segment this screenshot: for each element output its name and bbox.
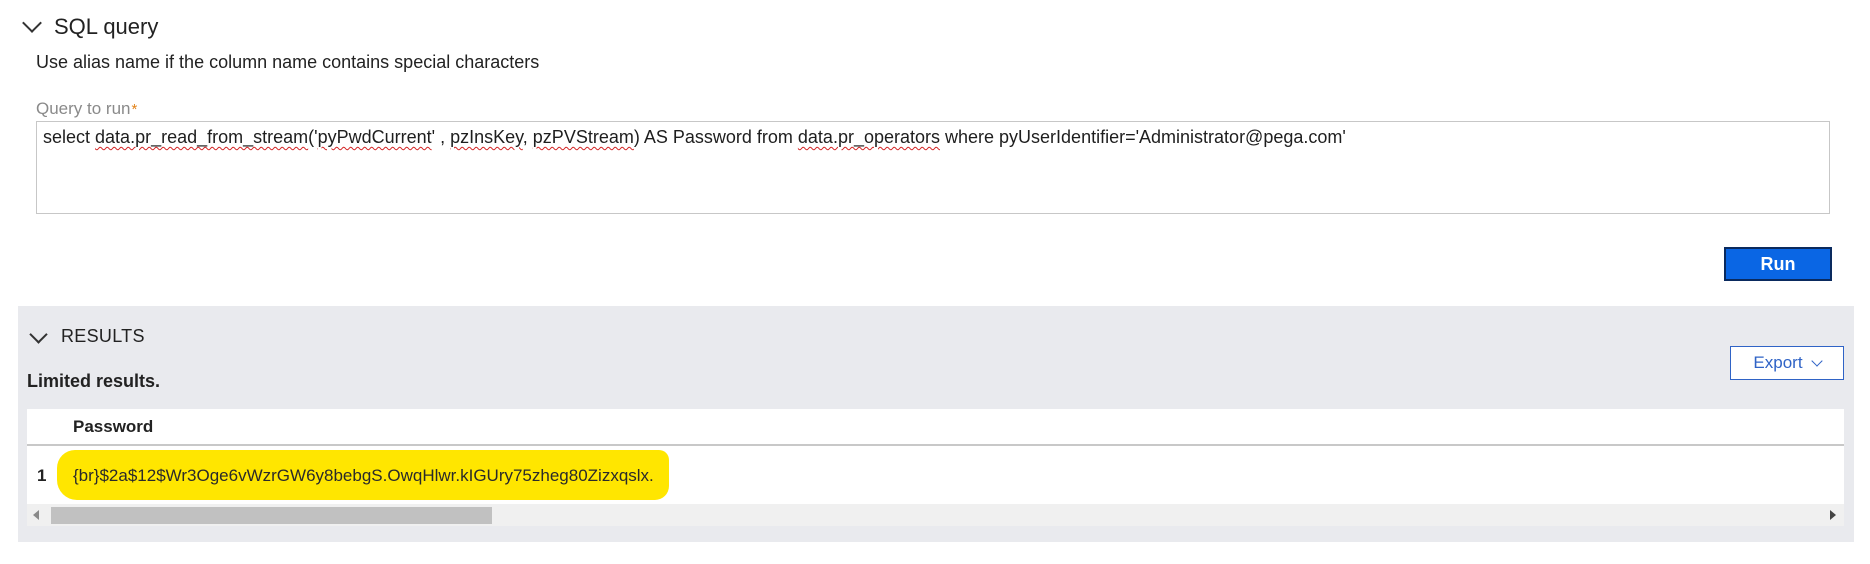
horizontal-scrollbar[interactable]	[27, 504, 1844, 526]
chevron-down-icon	[1810, 355, 1823, 367]
query-text-part: pzPVStream	[532, 127, 634, 147]
scrollbar-thumb[interactable]	[51, 507, 492, 524]
query-text-part: ('	[308, 127, 318, 147]
password-cell: {br}$2a$12$Wr3Oge6vWzrGW6y8bebgS.OwqHlwr…	[73, 466, 654, 485]
table-header-row: Password	[27, 409, 1844, 446]
required-marker: *	[131, 101, 138, 118]
sql-section-title: SQL query	[54, 14, 159, 39]
sql-section-collapse-chevron-icon[interactable]	[22, 13, 42, 33]
query-text-part: data.pr_read_from_stream	[95, 127, 309, 147]
results-table: Password 1 {br}$2a$12$Wr3Oge6vWzrGW6y8be…	[27, 409, 1844, 504]
query-label-text: Query to run	[36, 99, 131, 118]
query-text-part: select	[43, 127, 96, 147]
scroll-right-arrow-icon[interactable]	[1830, 510, 1836, 520]
query-text-part: where pyUserIdentifier='Administrator@pe…	[940, 127, 1346, 147]
query-textarea[interactable]: select data.pr_read_from_stream('pyPwdCu…	[36, 121, 1830, 214]
scroll-left-arrow-icon[interactable]	[33, 510, 39, 520]
export-dropdown-button[interactable]: Export	[1730, 346, 1844, 380]
query-text-part: ) AS Password from	[633, 127, 798, 147]
query-text-part: pzInsKey	[450, 127, 523, 147]
row-number: 1	[37, 466, 47, 485]
column-header-password[interactable]: Password	[73, 417, 153, 437]
alias-hint-text: Use alias name if the column name contai…	[36, 52, 540, 72]
query-text-part: pyPwdCurrent	[317, 127, 432, 147]
results-section-title: RESULTS	[61, 326, 145, 346]
query-text-part: ,	[522, 127, 533, 147]
query-text-part: data.pr_operators	[797, 127, 940, 147]
query-text-part: ' ,	[431, 127, 451, 147]
limited-results-note: Limited results.	[27, 371, 161, 391]
export-button-label: Export	[1753, 353, 1803, 372]
query-field-label: Query to run*	[36, 99, 137, 119]
table-row: 1 {br}$2a$12$Wr3Oge6vWzrGW6y8bebgS.OwqHl…	[27, 446, 1844, 504]
run-button[interactable]: Run	[1724, 247, 1832, 281]
